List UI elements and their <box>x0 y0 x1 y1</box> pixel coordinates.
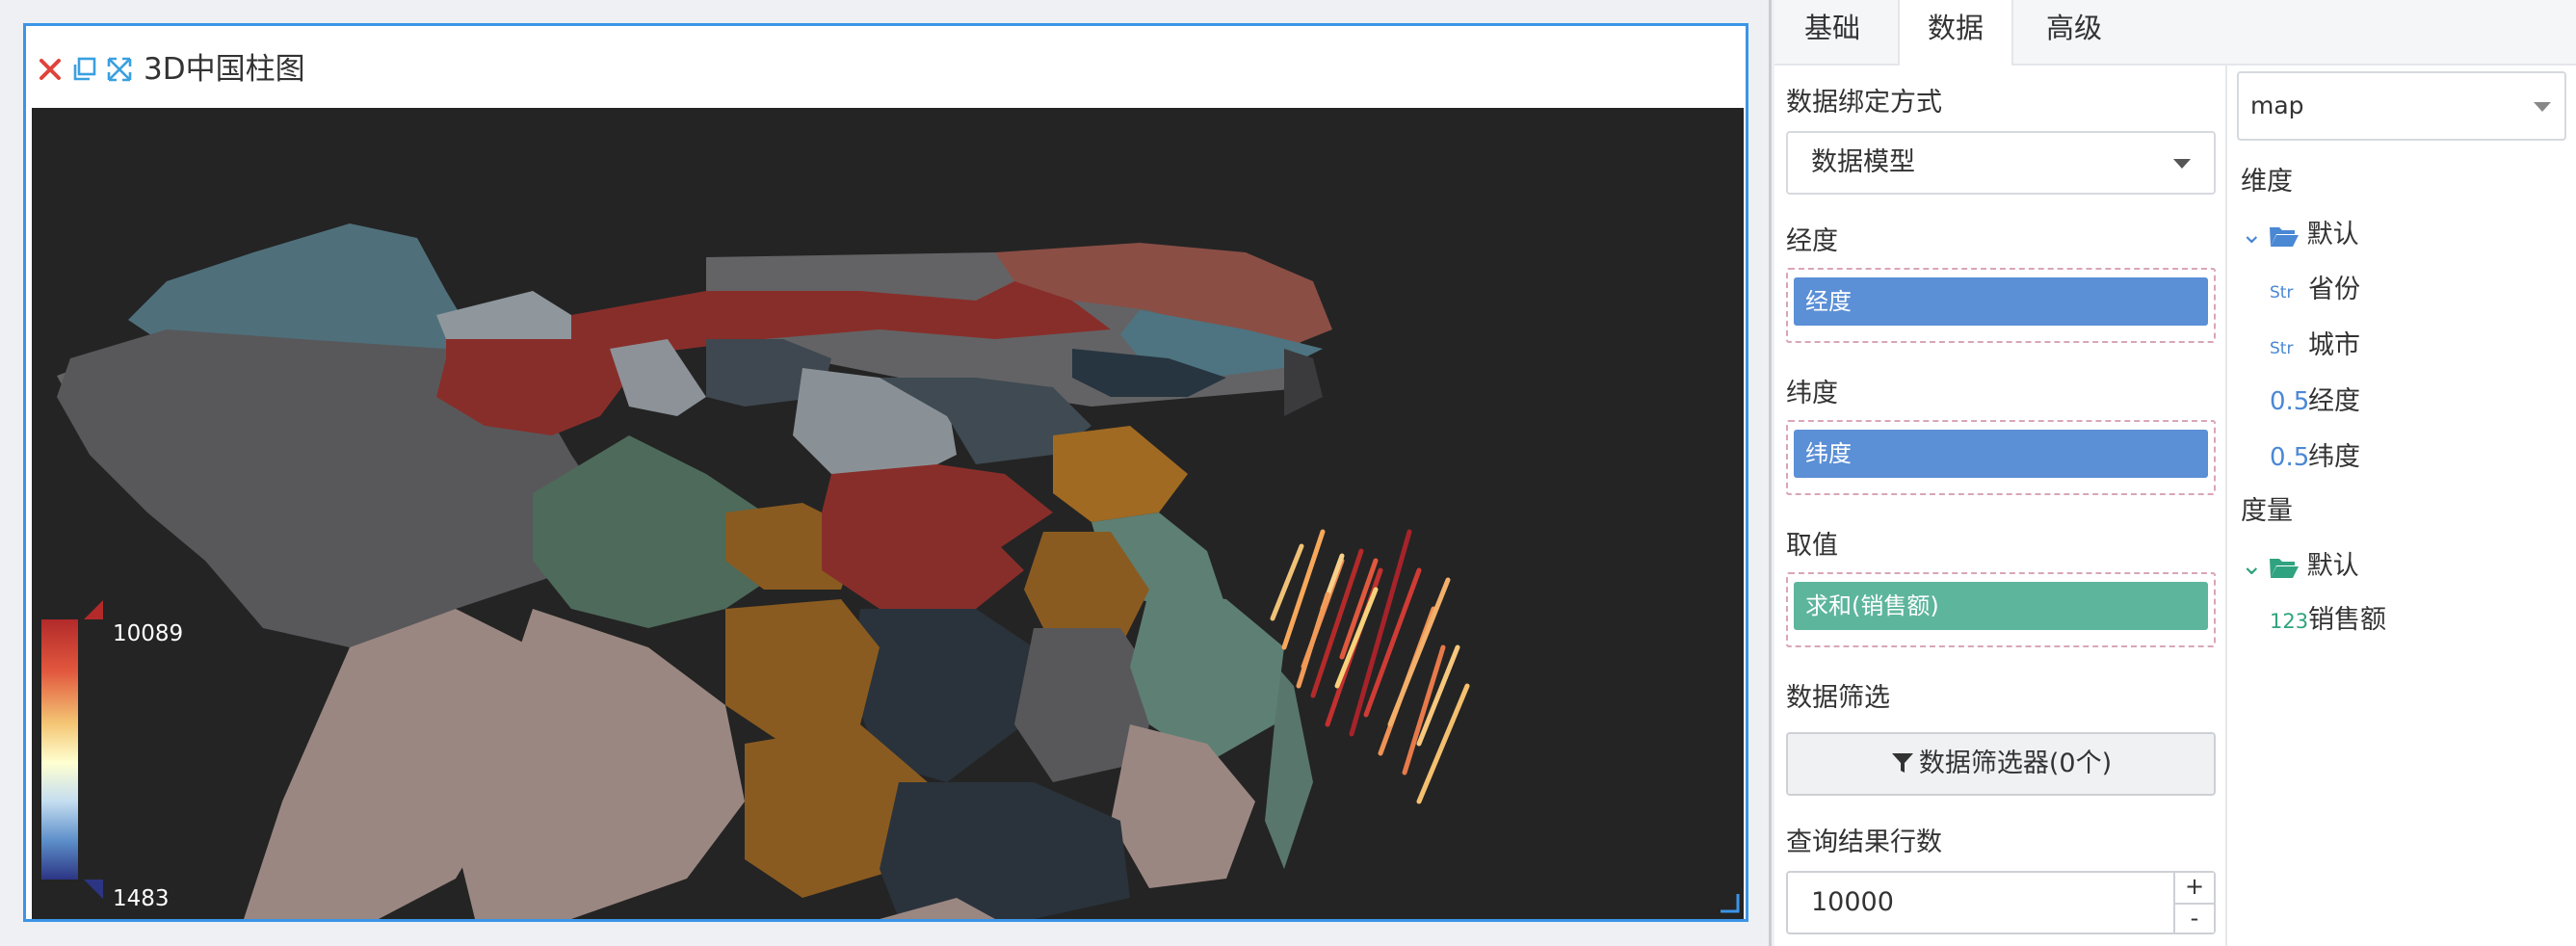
widget-title: 3D中国柱图 <box>144 52 305 87</box>
dim-group-row[interactable]: ⌄ 默认 <box>2241 216 2359 254</box>
resize-handle-icon[interactable] <box>1719 892 1740 913</box>
dim-group-label: 默认 <box>2306 220 2359 250</box>
lng-label: 经度 <box>1786 226 1838 256</box>
binding-column: 数据绑定方式 数据模型 经度 经度 纬度 纬度 取值 求和(销售额) 数据筛选 … <box>1774 66 2227 946</box>
rows-input[interactable]: 10000 <box>1811 873 1894 933</box>
dim-field[interactable]: 0.5经度 <box>2270 382 2360 421</box>
filter-label: 数据筛选 <box>1786 683 1890 713</box>
measures-label: 度量 <box>2241 496 2293 526</box>
dataset-select-value: map <box>2250 92 2304 119</box>
caret-down-icon <box>2173 159 2191 169</box>
dim-field-label: 城市 <box>2308 330 2360 360</box>
tab-data[interactable]: 数据 <box>1898 0 2013 66</box>
chart-widget: 3D中国柱图 10089 1483 <box>23 23 1748 922</box>
rows-stepper[interactable]: 10000 + - <box>1786 871 2216 934</box>
filter-icon <box>1891 753 1913 773</box>
region-shandong <box>1053 426 1188 522</box>
number-type-icon: 0.5 <box>2270 443 2310 472</box>
lat-chip[interactable]: 纬度 <box>1794 430 2208 478</box>
dim-field-label: 经度 <box>2308 386 2360 416</box>
meas-group-label: 默认 <box>2306 551 2359 581</box>
region-guangdong <box>880 782 1130 919</box>
folder-open-icon <box>2269 227 2299 247</box>
lng-chip[interactable]: 经度 <box>1794 277 2208 326</box>
string-type-icon: Str <box>2270 339 2294 358</box>
lat-dropzone[interactable]: 纬度 <box>1786 420 2216 495</box>
measure-field-label: 销售额 <box>2308 605 2386 635</box>
legend-max-label: 10089 <box>113 621 184 646</box>
config-panel: 基础 数据 高级 数据绑定方式 数据模型 经度 经度 纬度 纬度 取值 求和(销… <box>1774 0 2576 946</box>
region-ningxia <box>610 339 706 416</box>
region-guizhou <box>725 599 880 744</box>
dim-field[interactable]: Str 省份 <box>2270 271 2360 309</box>
legend-min-label: 1483 <box>113 886 170 911</box>
measure-type-icon: 123 <box>2270 610 2309 633</box>
close-icon[interactable] <box>36 55 65 84</box>
map-3d-canvas[interactable]: 10089 1483 <box>32 108 1744 919</box>
dataset-select[interactable]: map <box>2237 71 2566 141</box>
string-type-icon: Str <box>2270 283 2294 302</box>
tab-basic[interactable]: 基础 <box>1774 0 1890 66</box>
folder-open-icon <box>2269 559 2299 578</box>
number-type-icon: 0.5 <box>2270 387 2310 416</box>
chevron-down-icon: ⌄ <box>2241 551 2263 581</box>
dim-field[interactable]: 0.5纬度 <box>2270 438 2360 477</box>
region-gansu <box>436 291 571 339</box>
tab-bar: 基础 数据 高级 <box>1774 0 2576 66</box>
region-fujian <box>1111 724 1255 888</box>
meas-group-row[interactable]: ⌄ 默认 <box>2241 547 2359 586</box>
widget-header: 3D中国柱图 <box>26 26 1746 107</box>
filter-button-label: 数据筛选器(0个) <box>1918 749 2113 778</box>
lat-label: 纬度 <box>1786 379 1838 408</box>
measure-field[interactable]: 123销售额 <box>2270 601 2386 640</box>
filter-button[interactable]: 数据筛选器(0个) <box>1786 732 2216 796</box>
binding-label: 数据绑定方式 <box>1786 88 1942 118</box>
expand-icon[interactable] <box>105 55 134 84</box>
model-column: map 维度 ⌄ 默认 Str 省份 Str 城市 0.5经度 0.5纬度 度量 ⌄… <box>2227 66 2576 946</box>
binding-select-value: 数据模型 <box>1811 147 1915 177</box>
rows-label: 查询结果行数 <box>1786 828 1942 857</box>
copy-icon[interactable] <box>70 55 99 84</box>
binding-select[interactable]: 数据模型 <box>1786 131 2216 195</box>
value-label: 取值 <box>1786 531 1838 561</box>
dim-field[interactable]: Str 城市 <box>2270 327 2360 365</box>
tab-advanced[interactable]: 高级 <box>2013 0 2135 66</box>
value-dropzone[interactable]: 求和(销售额) <box>1786 572 2216 647</box>
legend-gradient-bar <box>41 619 78 880</box>
increment-button[interactable]: + <box>2173 873 2214 903</box>
chevron-down-icon: ⌄ <box>2241 220 2263 250</box>
panel-divider[interactable] <box>1769 0 1772 946</box>
dimensions-label: 维度 <box>2241 167 2293 197</box>
value-chip[interactable]: 求和(销售额) <box>1794 582 2208 630</box>
dim-field-label: 省份 <box>2308 275 2360 304</box>
decrement-button[interactable]: - <box>2173 903 2214 933</box>
china-3d-map <box>41 223 1470 919</box>
lng-dropzone[interactable]: 经度 <box>1786 268 2216 343</box>
dim-field-label: 纬度 <box>2308 442 2360 472</box>
caret-down-icon <box>2534 102 2551 112</box>
